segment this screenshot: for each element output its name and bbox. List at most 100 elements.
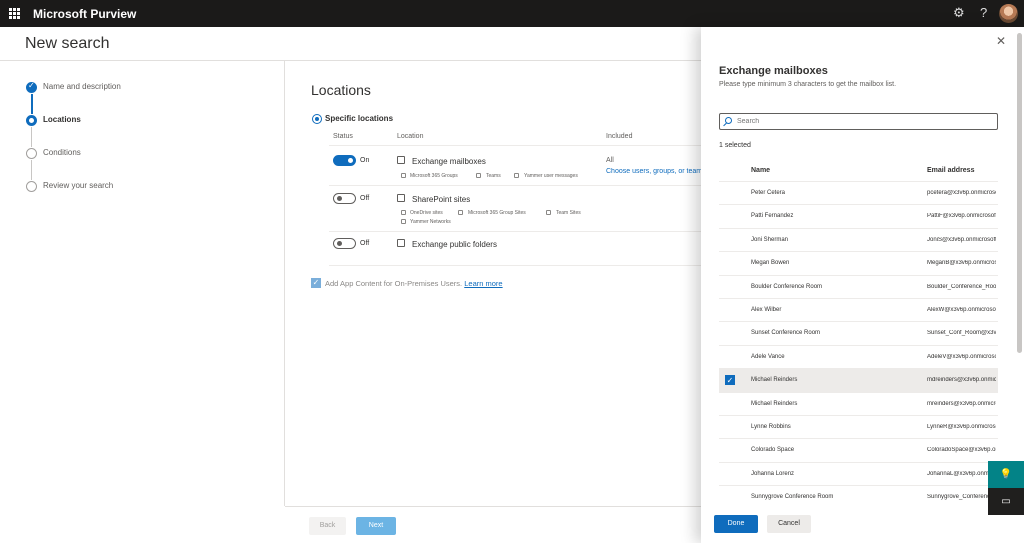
row-checkbox[interactable] xyxy=(725,352,735,362)
cancel-button[interactable]: Cancel xyxy=(767,515,811,533)
yammer-icon xyxy=(401,219,406,224)
table-row[interactable]: Sunset Conference Room Sunset_Conf_Room@x… xyxy=(719,322,998,346)
row-checkbox[interactable] xyxy=(725,422,735,432)
mailbox-email: ColoradoSpace@x3v6p.onmicrosoft.com xyxy=(927,447,996,454)
panel-footer: Done Cancel xyxy=(701,505,1024,543)
app-launcher-icon[interactable] xyxy=(9,8,20,19)
search-box[interactable] xyxy=(719,113,998,130)
table-row[interactable]: Lynne Robbins LynneR@x3v6p.onmicrosoft.co… xyxy=(719,416,998,440)
table-row[interactable]: Johanna Lorenz JohannaL@x3v6p.onmicrosoft… xyxy=(719,463,998,487)
table-row[interactable]: Alex Wilber AlexW@x3v6p.onmicrosoft.com xyxy=(719,299,998,323)
mailbox-email: mreinders@x3v6p.onmicrosoft.com xyxy=(927,400,996,407)
avatar[interactable] xyxy=(999,4,1018,23)
table-row[interactable]: ✓ Michael Reinders mdreinders@x3v6p.onmicr… xyxy=(719,369,998,393)
sharepoint-sites-toggle[interactable] xyxy=(333,193,356,204)
row-checkbox[interactable] xyxy=(725,282,735,292)
location-name: Exchange mailboxes xyxy=(412,157,486,166)
back-button[interactable]: Back xyxy=(309,517,346,535)
app-content-checkbox[interactable]: ✓ xyxy=(311,278,321,288)
app-title[interactable]: Microsoft Purview xyxy=(33,7,136,21)
row-checkbox[interactable] xyxy=(725,188,735,198)
column-header-name[interactable]: Name xyxy=(751,167,770,174)
step-current-icon xyxy=(26,115,37,126)
mailbox-email: LynneR@x3v6p.onmicrosoft.com xyxy=(927,423,996,430)
search-icon xyxy=(725,117,732,124)
mailbox-email: Sunset_Conf_Room@x3v6p.onmicrosoft.com xyxy=(927,330,996,337)
column-header-email[interactable]: Email address xyxy=(927,167,974,174)
exchange-mailboxes-panel: ✕ Exchange mailboxes Please type minimum… xyxy=(701,27,1024,543)
table-row[interactable]: Megan Bowen MeganB@x3v6p.onmicrosoft.com xyxy=(719,252,998,276)
mailbox-email: MeganB@x3v6p.onmicrosoft.com xyxy=(927,260,996,267)
panel-description: Please type minimum 3 characters to get … xyxy=(719,81,897,88)
divider xyxy=(284,61,285,506)
table-row[interactable]: Peter Cetera pcetera@x3v6p.onmicrosoft.co… xyxy=(719,182,998,206)
specific-locations-label[interactable]: Specific locations xyxy=(325,114,393,123)
folder-icon xyxy=(397,239,405,247)
table-row[interactable]: Patti Fernandez PattiF@x3v6p.onmicrosoft.… xyxy=(719,205,998,229)
step-label: Name and description xyxy=(43,82,121,91)
mailbox-email: AlexW@x3v6p.onmicrosoft.com xyxy=(927,306,996,313)
search-input[interactable] xyxy=(737,116,992,127)
location-name: SharePoint sites xyxy=(412,195,471,204)
selected-count: 1 selected xyxy=(719,142,751,149)
row-checkbox[interactable] xyxy=(725,328,735,338)
row-checkbox[interactable] xyxy=(725,235,735,245)
divider xyxy=(329,185,701,186)
mailbox-name: Michael Reinders xyxy=(751,377,798,384)
toggle-label: Off xyxy=(360,240,370,247)
panel-title: Exchange mailboxes xyxy=(719,65,828,77)
table-row[interactable]: Colorado Space ColoradoSpace@x3v6p.onmicr… xyxy=(719,439,998,463)
onedrive-icon xyxy=(401,210,406,215)
mailbox-email: AdeleV@x3v6p.onmicrosoft.com xyxy=(927,353,996,360)
mailbox-name: Joni Sherman xyxy=(751,236,789,243)
specific-locations-radio[interactable] xyxy=(312,114,322,124)
locations-title: Locations xyxy=(311,82,371,98)
exchange-mailboxes-toggle[interactable] xyxy=(333,155,356,166)
done-button[interactable]: Done xyxy=(714,515,758,533)
mailbox-email: pcetera@x3v6p.onmicrosoft.com xyxy=(927,190,996,196)
step-label: Locations xyxy=(43,115,81,124)
sharepoint-icon xyxy=(397,194,405,202)
table-row[interactable]: Boulder Conference Room Boulder_Conferenc… xyxy=(719,276,998,299)
gear-icon[interactable]: ⚙ xyxy=(953,5,965,21)
feedback-icon[interactable]: ▭ xyxy=(988,488,1024,515)
mailbox-name: Sunset Conference Room xyxy=(751,330,821,337)
lightbulb-icon[interactable]: 💡 xyxy=(988,461,1024,488)
scrollbar[interactable] xyxy=(1017,33,1022,353)
choose-users-link[interactable]: Choose users, groups, or teams xyxy=(606,168,701,175)
row-checkbox[interactable] xyxy=(725,399,735,409)
step-label: Conditions xyxy=(43,148,81,157)
help-icon[interactable]: ? xyxy=(980,5,987,20)
row-checkbox[interactable] xyxy=(725,492,735,502)
row-checkbox[interactable]: ✓ xyxy=(725,375,735,386)
table-row[interactable]: Joni Sherman JoniS@x3v6p.onmicrosoft.com xyxy=(719,229,998,253)
mailbox-name: Sunnygrove Conference Room xyxy=(751,494,834,501)
public-folders-toggle[interactable] xyxy=(333,238,356,249)
mailbox-list: Peter Cetera pcetera@x3v6p.onmicrosoft.co… xyxy=(719,182,998,510)
row-checkbox[interactable] xyxy=(725,469,735,479)
mailbox-name: Adele Vance xyxy=(751,353,785,360)
step-connector xyxy=(31,160,32,180)
row-checkbox[interactable] xyxy=(725,211,735,221)
table-row[interactable]: Adele Vance AdeleV@x3v6p.onmicrosoft.com xyxy=(719,346,998,370)
mailbox-email: JohannaL@x3v6p.onmicrosoft.com xyxy=(927,470,996,477)
mailbox-name: Colorado Space xyxy=(751,447,795,454)
column-header-status: Status xyxy=(333,133,353,140)
row-checkbox[interactable] xyxy=(725,445,735,455)
divider xyxy=(329,265,701,266)
step-pending-icon xyxy=(26,148,37,159)
column-header-included: Included xyxy=(606,133,633,140)
row-checkbox[interactable] xyxy=(725,305,735,315)
groups-icon xyxy=(458,210,463,215)
close-icon[interactable]: ✕ xyxy=(996,34,1006,48)
sub-location: OneDrive sites xyxy=(410,210,443,216)
mailbox-name: Peter Cetera xyxy=(751,190,786,196)
table-row[interactable]: Michael Reinders mreinders@x3v6p.onmicros… xyxy=(719,393,998,416)
row-checkbox[interactable] xyxy=(725,258,735,268)
sub-location: Microsoft 365 Group Sites xyxy=(468,210,526,216)
next-button[interactable]: Next xyxy=(356,517,396,535)
learn-more-link[interactable]: Learn more xyxy=(464,279,502,288)
mailbox-name: Lynne Robbins xyxy=(751,423,791,430)
mailbox-name: Boulder Conference Room xyxy=(751,283,823,290)
checkbox-text: Add App Content for On-Premises Users. xyxy=(325,279,463,288)
